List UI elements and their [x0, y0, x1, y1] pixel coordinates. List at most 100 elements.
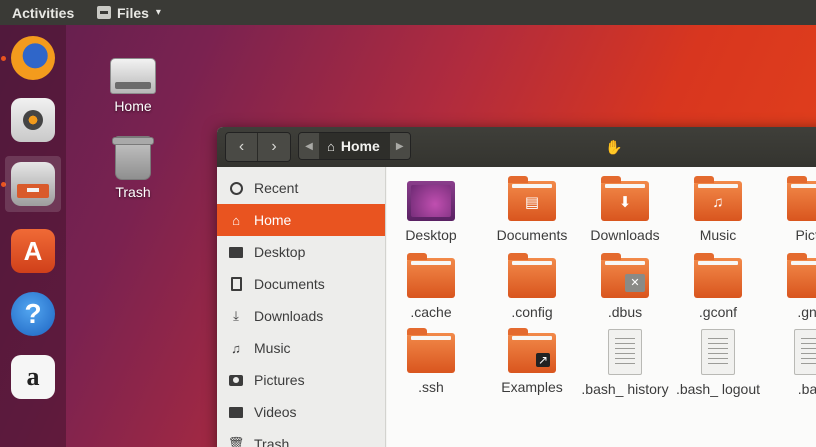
- rhythmbox-icon: [11, 98, 55, 142]
- header-bar: ‹ › ◀ ⌂ Home ▶ ✋: [217, 127, 816, 167]
- sidebar-item-trash[interactable]: 🗑 Trash: [217, 428, 385, 447]
- file-grid: Desktop ▤ Documents ⬇ Downloads ♫ Music …: [387, 167, 816, 447]
- desktop-icon-home[interactable]: Home: [93, 52, 173, 114]
- places-sidebar: Recent ⌂ Home Desktop Documents ⤓ Downlo…: [217, 167, 386, 447]
- clock-icon: [228, 180, 244, 196]
- top-panel: Activities Files ▾: [0, 0, 816, 25]
- music-icon: ♫: [231, 340, 241, 356]
- path-crumb-label: Home: [340, 138, 380, 154]
- download-icon: ⤓: [233, 308, 239, 323]
- folder-icon: [694, 253, 742, 298]
- file-item-downloads[interactable]: ⬇ Downloads: [579, 176, 671, 244]
- file-item-label: .config: [511, 304, 553, 320]
- file-item-label: .gconf: [698, 304, 738, 320]
- sidebar-item-label: Documents: [254, 276, 325, 292]
- forward-button[interactable]: ›: [258, 133, 290, 161]
- caret-down-icon: ▾: [155, 7, 161, 18]
- sidebar-item-music[interactable]: ♫ Music: [217, 332, 385, 364]
- video-icon: [228, 404, 244, 420]
- sidebar-item-desktop[interactable]: Desktop: [217, 236, 385, 268]
- chevron-right-icon: ›: [271, 138, 277, 155]
- sidebar-item-label: Pictures: [254, 372, 305, 388]
- file-item-gnu[interactable]: .gnu: [765, 253, 816, 321]
- path-bar: ◀ ⌂ Home ▶: [298, 132, 411, 160]
- locked-folder-icon: ✕: [601, 253, 649, 298]
- file-item-ssh[interactable]: .ssh: [385, 328, 477, 396]
- file-item-bash-logout[interactable]: .bash_ logout: [672, 329, 764, 398]
- file-item-dbus[interactable]: ✕ .dbus: [579, 253, 671, 321]
- file-item-bash-history[interactable]: .bash_ history: [579, 329, 671, 398]
- path-scroll-right-button[interactable]: ▶: [389, 133, 410, 159]
- file-item-label: Examples: [501, 379, 563, 395]
- file-item-label: Desktop: [405, 227, 457, 243]
- pictures-folder-icon: [787, 176, 816, 221]
- file-item-pictures[interactable]: Pictu: [765, 176, 816, 244]
- dock-item-software[interactable]: A: [5, 223, 61, 279]
- sidebar-item-documents[interactable]: Documents: [217, 268, 385, 300]
- path-crumb-home[interactable]: ⌂ Home: [319, 133, 390, 159]
- sidebar-item-pictures[interactable]: Pictures: [217, 364, 385, 396]
- file-item-label: .bash_ history: [581, 381, 669, 397]
- documents-folder-icon: ▤: [508, 176, 556, 221]
- sidebar-item-recent[interactable]: Recent: [217, 172, 385, 204]
- dock-item-firefox[interactable]: [5, 30, 61, 86]
- desktop-icon-label: Trash: [115, 184, 151, 200]
- dock-item-help[interactable]: ?: [5, 286, 61, 342]
- file-item-label: .cache: [410, 304, 452, 320]
- firefox-icon: [11, 36, 55, 80]
- folder-icon: [407, 328, 455, 373]
- file-item-config[interactable]: .config: [486, 253, 578, 321]
- help-icon: ?: [11, 292, 55, 336]
- file-item-label: Downloads: [590, 227, 660, 243]
- dock-item-files[interactable]: [5, 156, 61, 212]
- folder-icon: [228, 244, 244, 260]
- app-menu-files[interactable]: Files ▾: [97, 5, 161, 21]
- text-file-icon: [794, 329, 816, 375]
- chevron-left-icon: ‹: [238, 138, 245, 155]
- software-store-icon: A: [11, 229, 55, 273]
- sidebar-item-downloads[interactable]: ⤓ Downloads: [217, 300, 385, 332]
- desktop-folder-icon: [407, 181, 455, 221]
- activities-button[interactable]: Activities: [0, 5, 97, 21]
- files-icon: [11, 162, 55, 206]
- file-item-bashrc[interactable]: .bas: [765, 329, 816, 398]
- document-icon: [228, 276, 244, 292]
- home-icon: ⌂: [232, 212, 240, 228]
- files-icon: [97, 6, 111, 19]
- navigation-buttons: ‹ ›: [225, 132, 291, 162]
- dock-item-amazon[interactable]: a: [5, 349, 61, 405]
- back-button[interactable]: ‹: [226, 133, 258, 161]
- file-item-label: .ssh: [418, 379, 444, 395]
- home-icon: ⌂: [327, 138, 335, 154]
- file-item-label: .bas: [797, 381, 816, 397]
- sidebar-item-label: Trash: [254, 436, 290, 447]
- desktop-icon-label: Home: [114, 98, 152, 114]
- file-manager-window: ‹ › ◀ ⌂ Home ▶ ✋ Recent ⌂ Home Desktop D: [217, 127, 816, 447]
- file-item-cache[interactable]: .cache: [385, 253, 477, 321]
- file-item-documents[interactable]: ▤ Documents: [486, 176, 578, 244]
- file-item-gconf[interactable]: .gconf: [672, 253, 764, 321]
- sidebar-item-label: Desktop: [254, 244, 306, 260]
- path-scroll-left-button[interactable]: ◀: [299, 133, 319, 159]
- sidebar-item-videos[interactable]: Videos: [217, 396, 385, 428]
- amazon-icon: a: [11, 355, 55, 399]
- desktop-icon-trash[interactable]: Trash: [93, 136, 173, 200]
- file-item-label: .gnu: [797, 304, 816, 320]
- file-item-examples[interactable]: ↗ Examples: [486, 328, 578, 396]
- sidebar-item-label: Music: [254, 340, 291, 356]
- folder-icon: [508, 253, 556, 298]
- text-file-icon: [701, 329, 735, 375]
- file-item-label: .bash_ logout: [675, 381, 761, 397]
- file-item-label: Music: [699, 227, 737, 243]
- trash-icon: [112, 136, 154, 180]
- file-item-desktop[interactable]: Desktop: [385, 181, 477, 244]
- music-folder-icon: ♫: [694, 176, 742, 221]
- file-item-music[interactable]: ♫ Music: [672, 176, 764, 244]
- file-item-label: Pictu: [795, 227, 816, 243]
- sidebar-item-label: Videos: [254, 404, 297, 420]
- drive-icon: [110, 58, 156, 94]
- dock-item-rhythmbox[interactable]: [5, 92, 61, 148]
- downloads-folder-icon: ⬇: [601, 176, 649, 221]
- sidebar-item-label: Downloads: [254, 308, 324, 324]
- sidebar-item-home[interactable]: ⌂ Home: [217, 204, 385, 236]
